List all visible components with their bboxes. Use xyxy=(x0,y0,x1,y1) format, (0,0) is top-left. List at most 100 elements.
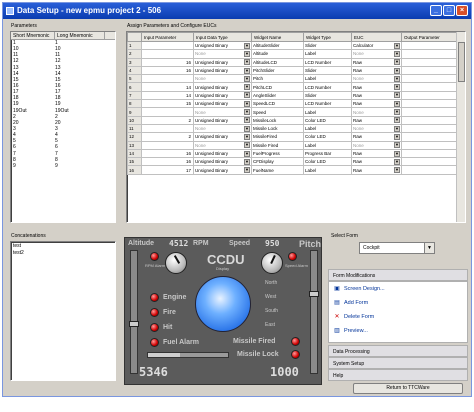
chevron-down-icon[interactable]: ▼ xyxy=(244,92,250,99)
radio-east[interactable]: East xyxy=(265,322,275,328)
chevron-down-icon[interactable]: ▼ xyxy=(394,158,400,165)
chevron-down-icon[interactable]: ▼ xyxy=(394,142,400,149)
chevron-down-icon[interactable]: ▼ xyxy=(394,59,400,66)
chevron-down-icon[interactable]: ▼ xyxy=(394,75,400,82)
help-section[interactable]: Help xyxy=(328,369,468,381)
input-data-type-cell[interactable]: Unsigned Binary ▼ xyxy=(193,82,252,92)
input-parameter-cell[interactable]: 14 xyxy=(141,90,194,101)
widget-name-cell[interactable]: PitchLCD xyxy=(251,82,304,92)
table-row[interactable]: 16 17 Unsigned Binary ▼ FuelName Label Raw ▼ xyxy=(127,165,458,175)
euc-cell[interactable]: None ▼ xyxy=(351,49,402,59)
input-parameter-cell[interactable] xyxy=(141,49,194,59)
chevron-down-icon[interactable]: ▼ xyxy=(244,67,250,74)
euc-cell[interactable]: Raw ▼ xyxy=(351,65,402,76)
input-parameter-cell[interactable]: 16 xyxy=(141,148,194,159)
input-data-type-cell[interactable]: Unsigned Binary ▼ xyxy=(193,115,252,125)
chevron-down-icon[interactable]: ▼ xyxy=(394,117,400,124)
chevron-down-icon[interactable]: ▼ xyxy=(244,125,250,132)
col-short-mnemonic[interactable]: Short Mnemonic xyxy=(11,32,55,39)
chevron-down-icon[interactable]: ▼ xyxy=(394,133,400,140)
chevron-down-icon[interactable]: ▼ xyxy=(244,142,250,149)
widget-name-cell[interactable]: Altitude xyxy=(251,49,304,59)
concatenations-list[interactable]: test test2 xyxy=(10,241,116,381)
input-data-type-cell[interactable]: None ▼ xyxy=(193,123,252,134)
pitch-slider[interactable] xyxy=(309,250,319,374)
close-button[interactable]: × xyxy=(456,5,468,16)
chevron-down-icon[interactable]: ▼ xyxy=(244,133,250,140)
euc-cell[interactable]: None ▼ xyxy=(351,123,402,134)
table-row[interactable]: 6 14 Unsigned Binary ▼ PitchLCD LCD Number Raw… xyxy=(127,82,458,92)
input-data-type-cell[interactable]: Unsigned Binary ▼ xyxy=(193,90,252,101)
radio-west[interactable]: West xyxy=(265,294,276,300)
input-parameter-cell[interactable] xyxy=(141,74,194,84)
euc-cell[interactable]: Raw ▼ xyxy=(351,132,402,142)
input-data-type-cell[interactable]: None ▼ xyxy=(193,140,252,150)
altitude-slider[interactable] xyxy=(129,250,139,374)
input-parameter-cell[interactable]: 16 xyxy=(141,157,194,167)
chevron-down-icon[interactable]: ▼ xyxy=(394,92,400,99)
widget-name-cell[interactable]: FuelName xyxy=(251,165,304,175)
euc-cell[interactable]: Calculator ▼ xyxy=(351,40,402,51)
table-row[interactable]: 4 16 Unsigned Binary ▼ PitchSlider Slider Raw ▼ xyxy=(127,65,458,76)
output-parameter-cell[interactable] xyxy=(401,107,458,117)
output-parameter-cell[interactable] xyxy=(401,57,458,67)
add-form-link[interactable]: ▤ Add Form xyxy=(333,299,368,307)
chevron-down-icon[interactable]: ▼ xyxy=(424,243,434,253)
euc-cell[interactable]: Raw ▼ xyxy=(351,90,402,101)
euc-cell[interactable]: None ▼ xyxy=(351,74,402,84)
widget-name-cell[interactable]: AltitudeSlider xyxy=(251,40,304,51)
output-parameter-cell[interactable] xyxy=(401,65,458,76)
list-item[interactable]: 99 xyxy=(11,163,115,169)
input-parameter-cell[interactable]: 2 xyxy=(141,115,194,125)
chevron-down-icon[interactable]: ▼ xyxy=(244,50,250,57)
column-header[interactable]: Input Parameter xyxy=(141,32,194,42)
euc-cell[interactable]: Raw ▼ xyxy=(351,82,402,92)
input-parameter-cell[interactable] xyxy=(141,140,194,150)
output-parameter-cell[interactable] xyxy=(401,123,458,134)
output-parameter-cell[interactable] xyxy=(401,140,458,150)
input-parameter-cell[interactable]: 2 xyxy=(141,132,194,142)
input-data-type-cell[interactable]: None ▼ xyxy=(193,74,252,84)
chevron-down-icon[interactable]: ▼ xyxy=(244,84,250,91)
input-data-type-cell[interactable]: None ▼ xyxy=(193,49,252,59)
assign-scrollbar[interactable] xyxy=(456,32,465,222)
radio-south[interactable]: South xyxy=(265,308,278,314)
chevron-down-icon[interactable]: ▼ xyxy=(394,100,400,107)
maximize-button[interactable]: □ xyxy=(443,5,455,16)
chevron-down-icon[interactable]: ▼ xyxy=(244,109,250,116)
chevron-down-icon[interactable]: ▼ xyxy=(244,150,250,157)
delete-form-link[interactable]: ✕ Delete Form xyxy=(333,313,374,321)
chevron-down-icon[interactable]: ▼ xyxy=(394,67,400,74)
title-bar[interactable]: Data Setup - new epmu project 2 - 506 _ … xyxy=(3,3,471,19)
widget-name-cell[interactable]: PitchSlider xyxy=(251,65,304,76)
column-header[interactable]: Output Parameter xyxy=(401,32,458,42)
input-parameter-cell[interactable]: 17 xyxy=(141,165,194,175)
input-parameter-cell[interactable]: 14 xyxy=(141,82,194,92)
form-select[interactable]: Cockpit ▼ xyxy=(359,242,435,254)
table-row[interactable]: 3 16 Unsigned Binary ▼ AltitudeLCD LCD Number… xyxy=(127,57,458,67)
output-parameter-cell[interactable] xyxy=(401,74,458,84)
altitude-slider-handle[interactable] xyxy=(129,321,139,327)
chevron-down-icon[interactable]: ▼ xyxy=(244,75,250,82)
output-parameter-cell[interactable] xyxy=(401,40,458,51)
screen-design-link[interactable]: ▣ Screen Design... xyxy=(333,285,385,293)
widget-name-cell[interactable]: MissileFired xyxy=(251,132,304,142)
assign-grid[interactable]: Input Parameter Input Data Type Widget Nam… xyxy=(126,31,466,223)
input-data-type-cell[interactable]: Unsigned Binary ▼ xyxy=(193,40,252,51)
output-parameter-cell[interactable] xyxy=(401,90,458,101)
input-data-type-cell[interactable]: None ▼ xyxy=(193,107,252,117)
widget-name-cell[interactable]: Missile Fired xyxy=(251,140,304,150)
system-setup-section[interactable]: System Setup xyxy=(328,357,468,369)
input-data-type-cell[interactable]: Unsigned Binary ▼ xyxy=(193,57,252,67)
widget-name-cell[interactable]: CFDisplay xyxy=(251,157,304,167)
input-data-type-cell[interactable]: Unsigned Binary ▼ xyxy=(193,99,252,109)
chevron-down-icon[interactable]: ▼ xyxy=(244,158,250,165)
chevron-down-icon[interactable]: ▼ xyxy=(394,84,400,91)
widget-name-cell[interactable]: Pitch xyxy=(251,74,304,84)
chevron-down-icon[interactable]: ▼ xyxy=(244,42,250,49)
chevron-down-icon[interactable]: ▼ xyxy=(244,167,250,174)
speed-knob[interactable] xyxy=(261,252,283,274)
minimize-button[interactable]: _ xyxy=(430,5,442,16)
output-parameter-cell[interactable] xyxy=(401,49,458,59)
table-row[interactable]: 11 None ▼ Missile Lock Label None ▼ xyxy=(127,123,458,134)
